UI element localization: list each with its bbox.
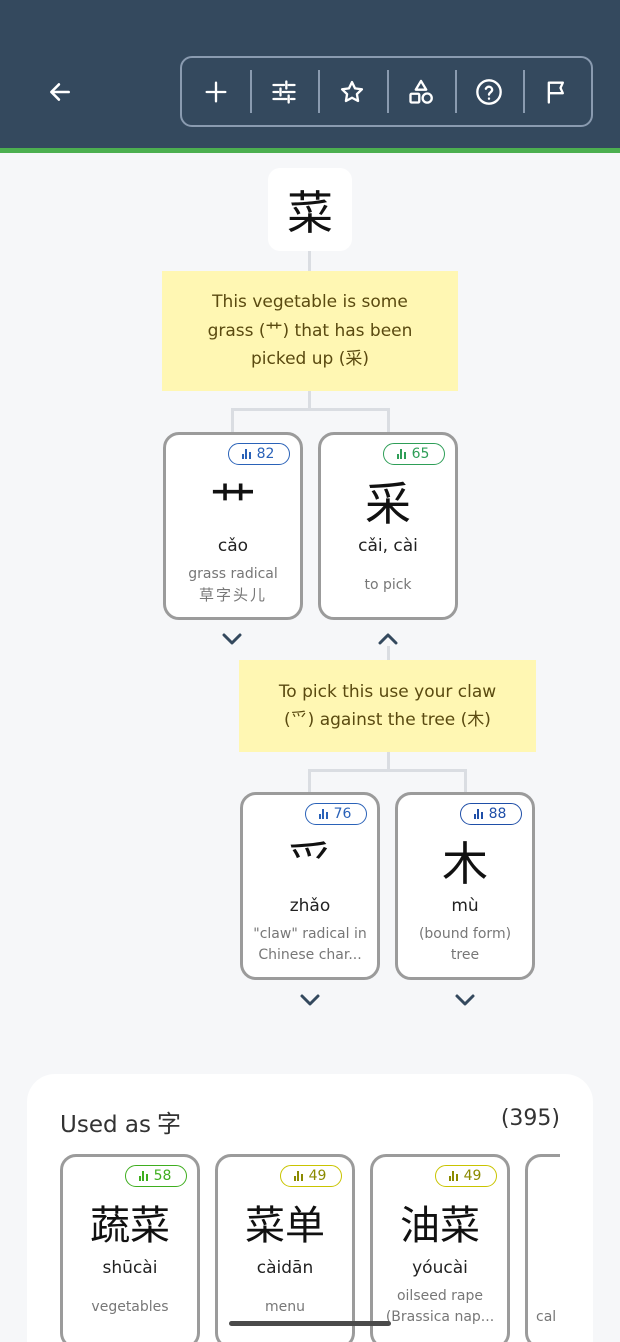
bar-chart-icon <box>396 449 406 459</box>
component-pinyin: mù <box>451 896 479 916</box>
bar-chart-icon <box>448 1171 458 1181</box>
tree-connector <box>308 769 311 793</box>
tree-connector <box>231 408 390 411</box>
word-card-caidan[interactable]: 49 菜单 càidān menu <box>215 1154 355 1342</box>
component-meaning: (bound form) tree <box>418 926 512 963</box>
bar-chart-icon <box>241 449 251 459</box>
word-characters: 蔬菜 <box>90 1203 170 1249</box>
collapse-chevron-cai[interactable] <box>376 631 400 647</box>
used-as-panel: Used as 字 (395) 58 蔬菜 shūcài vegetables 4… <box>27 1074 593 1342</box>
header-accent-stripe <box>0 148 620 153</box>
component-pinyin: zhǎo <box>289 896 331 916</box>
frequency-badge: 76 <box>305 803 367 825</box>
component-pinyin: cǎo <box>217 536 249 556</box>
tree-connector <box>308 769 467 772</box>
component-character: 艹 <box>210 477 256 531</box>
expand-chevron-cao[interactable] <box>220 631 244 647</box>
toolbar <box>180 56 593 127</box>
word-card-shucai[interactable]: 58 蔬菜 shūcài vegetables <box>60 1154 200 1342</box>
tree-connector <box>387 752 390 770</box>
component-card-zhao[interactable]: 76 爫 zhǎo "claw" radical in Chinese char… <box>240 792 380 980</box>
mnemonic-note-2: To pick this use your claw (爫) against t… <box>239 660 536 752</box>
word-meaning: oilseed rape (Brassica nap... <box>385 1288 495 1325</box>
components-button[interactable] <box>386 58 455 125</box>
chevron-down-icon <box>300 994 320 1006</box>
component-character: 木 <box>442 837 488 891</box>
flag-icon <box>547 81 564 104</box>
main-character: 菜 <box>268 168 352 251</box>
tree-connector <box>231 408 234 433</box>
back-button[interactable] <box>40 72 80 112</box>
bar-chart-icon <box>293 1171 303 1181</box>
used-as-count: (395) <box>500 1106 560 1131</box>
sliders-icon <box>272 79 296 104</box>
star-icon <box>341 80 364 102</box>
component-meaning: "claw" radical in Chinese char... <box>253 926 367 963</box>
home-indicator[interactable] <box>229 1321 391 1326</box>
word-characters: 菜单 <box>245 1203 325 1249</box>
tree-connector <box>464 769 467 793</box>
word-meaning: cal <box>536 1309 557 1325</box>
help-icon <box>475 78 502 105</box>
help-button[interactable] <box>454 58 523 125</box>
frequency-badge: 65 <box>383 443 445 465</box>
component-meaning: grass radical 草字头儿 <box>188 566 278 604</box>
word-meaning: menu <box>265 1299 305 1315</box>
component-character: 采 <box>365 477 411 531</box>
tree-connector <box>308 391 311 409</box>
expand-chevron-zhao[interactable] <box>298 992 322 1008</box>
word-characters: 油菜 <box>400 1203 480 1249</box>
word-pinyin: càidān <box>256 1258 314 1278</box>
component-card-mu[interactable]: 88 木 mù (bound form) tree <box>395 792 535 980</box>
plus-icon <box>205 81 227 103</box>
arrow-left-icon <box>50 83 70 101</box>
word-card-youcai[interactable]: 49 油菜 yóucài oilseed rape (Brassica nap.… <box>370 1154 510 1342</box>
component-character: 爫 <box>287 837 333 891</box>
chevron-up-icon <box>378 633 398 645</box>
bar-chart-icon <box>138 1171 148 1181</box>
shapes-icon <box>408 79 433 104</box>
bar-chart-icon <box>473 809 483 819</box>
bar-chart-icon <box>318 809 328 819</box>
frequency-badge: 49 <box>280 1165 342 1187</box>
frequency-badge: 58 <box>125 1165 187 1187</box>
frequency-badge: 49 <box>435 1165 497 1187</box>
settings-button[interactable] <box>250 58 318 125</box>
word-meaning: vegetables <box>91 1299 169 1315</box>
component-meaning: to pick <box>364 577 412 593</box>
word-pinyin: shūcài <box>102 1258 158 1278</box>
add-button[interactable] <box>182 58 250 125</box>
chevron-down-icon <box>455 994 475 1006</box>
report-button[interactable] <box>522 58 591 125</box>
word-card-partial[interactable]: cal <box>525 1154 560 1342</box>
used-as-title: Used as 字 <box>60 1110 181 1138</box>
tree-connector <box>308 251 311 271</box>
frequency-badge: 82 <box>228 443 290 465</box>
favorite-button[interactable] <box>318 58 386 125</box>
component-pinyin: cǎi, cài <box>358 536 418 556</box>
word-carousel[interactable]: 58 蔬菜 shūcài vegetables 49 菜单 càidān men… <box>60 1154 560 1342</box>
chevron-down-icon <box>222 633 242 645</box>
mnemonic-note: This vegetable is some grass (艹) that ha… <box>162 271 458 391</box>
expand-chevron-mu[interactable] <box>453 992 477 1008</box>
word-pinyin: yóucài <box>412 1258 468 1278</box>
tree-connector <box>387 646 390 660</box>
component-card-cao[interactable]: 82 艹 cǎo grass radical 草字头儿 <box>163 432 303 620</box>
frequency-badge: 88 <box>460 803 522 825</box>
tree-connector <box>387 408 390 433</box>
component-card-cai[interactable]: 65 采 cǎi, cài to pick <box>318 432 458 620</box>
